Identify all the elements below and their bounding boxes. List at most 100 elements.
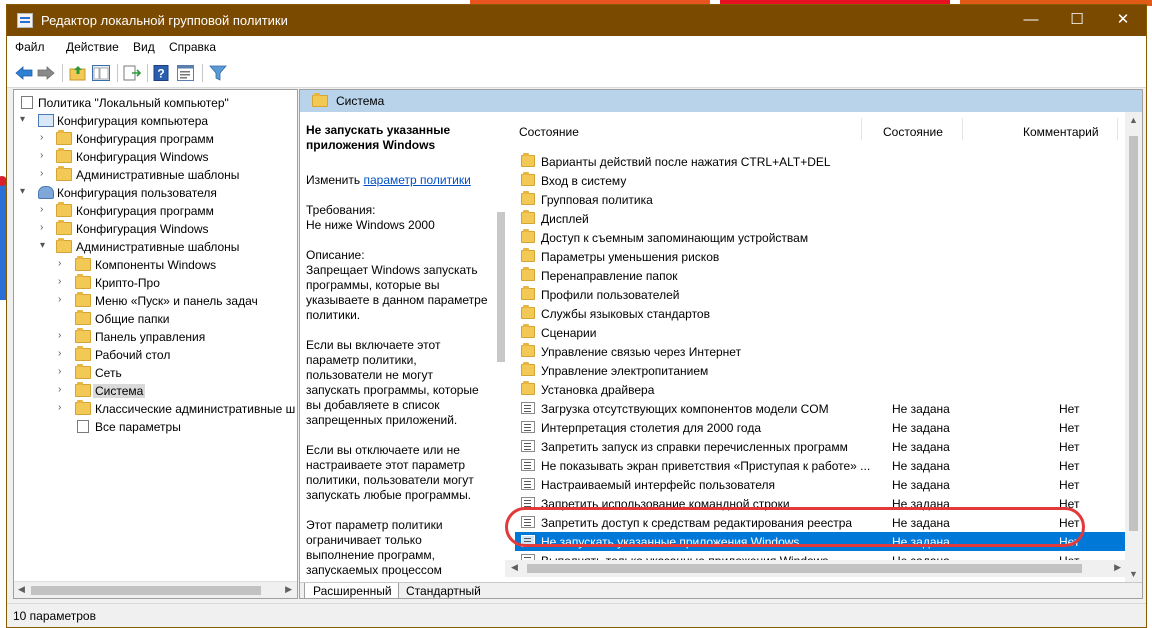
folder-list-item[interactable]: Доступ к съемным запоминающим устройства… xyxy=(515,228,1125,247)
description-text: Если вы отключаете или не xyxy=(306,443,460,457)
chevron-right-icon[interactable]: › xyxy=(58,402,68,414)
chevron-right-icon[interactable]: › xyxy=(58,276,68,288)
folder-name: Доступ к съемным запоминающим устройства… xyxy=(541,231,809,245)
scroll-up-arrow-icon[interactable]: ▲ xyxy=(1129,115,1138,125)
chevron-right-icon[interactable]: › xyxy=(58,258,68,270)
policy-list-item[interactable]: Запретить использование командной строки… xyxy=(515,494,1125,513)
column-divider[interactable] xyxy=(962,118,963,140)
scrollbar-thumb[interactable] xyxy=(31,586,261,595)
scroll-left-arrow-icon[interactable]: ◀ xyxy=(511,562,518,573)
scroll-down-arrow-icon[interactable]: ▼ xyxy=(1129,569,1138,579)
folder-list-item[interactable]: Вход в систему xyxy=(515,171,1125,190)
policy-setting-icon xyxy=(521,516,535,528)
folder-list-item[interactable]: Дисплей xyxy=(515,209,1125,228)
window-title: Редактор локальной групповой политики xyxy=(41,13,288,28)
tree-label: Сеть xyxy=(95,366,122,380)
scrollbar-thumb[interactable] xyxy=(527,564,1082,573)
column-divider[interactable] xyxy=(861,118,862,140)
description-text: Если вы включаете этот xyxy=(306,338,441,352)
scroll-right-arrow-icon[interactable]: ▶ xyxy=(285,584,292,595)
chevron-right-icon[interactable]: › xyxy=(40,132,50,144)
policy-list-item[interactable]: Загрузка отсутствующих компонентов модел… xyxy=(515,399,1125,418)
description-text: настраиваете этот параметр xyxy=(306,458,466,472)
folder-list-item[interactable]: Службы языковых стандартов xyxy=(515,304,1125,323)
tab-extended[interactable]: Расширенный xyxy=(304,583,399,598)
tree-label: Общие папки xyxy=(95,312,170,326)
folder-list-item[interactable]: Варианты действий после нажатия CTRL+ALT… xyxy=(515,152,1125,171)
description-scrollbar[interactable] xyxy=(497,112,505,582)
up-folder-icon[interactable] xyxy=(69,65,87,81)
scroll-left-arrow-icon[interactable]: ◀ xyxy=(18,584,25,595)
folder-icon xyxy=(56,166,72,181)
description-text: выполнение программ, xyxy=(306,548,435,562)
folder-name: Профили пользователей xyxy=(541,288,680,302)
description-text: программы, которые вы xyxy=(306,278,440,292)
policy-list-item[interactable]: Запретить запуск из справки перечисленны… xyxy=(515,437,1125,456)
policy-list-item[interactable]: Запретить доступ к средствам редактирова… xyxy=(515,513,1125,532)
gpedit-app-icon xyxy=(17,13,33,28)
chevron-down-icon[interactable]: ▾ xyxy=(20,186,30,198)
folder-list-item[interactable]: Перенаправление папок xyxy=(515,266,1125,285)
help-icon[interactable]: ? xyxy=(153,65,171,81)
scrollbar-thumb[interactable] xyxy=(1129,136,1138,531)
show-hide-tree-icon[interactable] xyxy=(92,65,110,81)
policy-list-item-selected[interactable]: Не запускать указанные приложения Window… xyxy=(515,532,1125,551)
policy-list-item[interactable]: Не показывать экран приветствия «Приступ… xyxy=(515,456,1125,475)
forward-arrow-icon[interactable] xyxy=(37,65,55,81)
folder-list-item[interactable]: Управление связью через Интернет xyxy=(515,342,1125,361)
title-bar[interactable]: Редактор локальной групповой политики — … xyxy=(7,5,1146,36)
chevron-right-icon[interactable]: › xyxy=(40,204,50,216)
folder-list-item[interactable]: Групповая политика xyxy=(515,190,1125,209)
toolbar-separator xyxy=(117,64,118,82)
menu-help[interactable]: Справка xyxy=(169,40,216,54)
policy-list-item[interactable]: Настраиваемый интерфейс пользователя Не з… xyxy=(515,475,1125,494)
back-arrow-icon[interactable] xyxy=(15,65,33,81)
tree-label: Конфигурация программ xyxy=(76,132,214,146)
column-divider[interactable] xyxy=(1117,118,1118,140)
folder-icon xyxy=(56,202,72,217)
menu-action[interactable]: Действие xyxy=(66,40,119,54)
properties-icon[interactable] xyxy=(177,65,195,81)
folder-name: Варианты действий после нажатия CTRL+ALT… xyxy=(541,155,831,169)
chevron-right-icon[interactable]: › xyxy=(58,384,68,396)
chevron-right-icon[interactable]: › xyxy=(58,366,68,378)
policy-setting-icon xyxy=(521,440,535,452)
close-button[interactable]: ✕ xyxy=(1100,5,1146,36)
tree-horizontal-scrollbar[interactable]: ◀ ▶ xyxy=(14,581,297,598)
chevron-down-icon[interactable]: ▾ xyxy=(40,240,50,252)
folder-list-item[interactable]: Установка драйвера xyxy=(515,380,1125,399)
chevron-down-icon[interactable]: ▾ xyxy=(20,114,30,126)
folder-list-item[interactable]: Сценарии xyxy=(515,323,1125,342)
tree-label: Крипто-Про xyxy=(95,276,160,290)
chevron-right-icon[interactable]: › xyxy=(58,294,68,306)
chevron-right-icon[interactable]: › xyxy=(40,168,50,180)
export-list-icon[interactable] xyxy=(123,65,141,81)
tab-standard[interactable]: Стандартный xyxy=(398,583,487,598)
folder-icon xyxy=(75,274,91,289)
chevron-right-icon[interactable]: › xyxy=(58,330,68,342)
list-vertical-scrollbar[interactable]: ▲ ▼ xyxy=(1125,112,1142,582)
filter-icon[interactable] xyxy=(209,65,227,81)
chevron-right-icon[interactable]: › xyxy=(58,348,68,360)
folder-list-item[interactable]: Профили пользователей xyxy=(515,285,1125,304)
policy-list-item[interactable]: Интерпретация столетия для 2000 года Не з… xyxy=(515,418,1125,437)
chevron-right-icon[interactable]: › xyxy=(40,222,50,234)
chevron-right-icon[interactable]: › xyxy=(40,150,50,162)
minimize-button[interactable]: — xyxy=(1008,5,1054,36)
tree-pane[interactable]: Политика "Локальный компьютер" ▾ Конфигу… xyxy=(13,89,298,599)
folder-icon xyxy=(521,191,535,205)
scroll-right-arrow-icon[interactable]: ▶ xyxy=(1114,562,1121,573)
menu-view[interactable]: Вид xyxy=(133,40,155,54)
menu-file[interactable]: Файл xyxy=(15,40,45,54)
folder-icon xyxy=(75,256,91,271)
list-horizontal-scrollbar[interactable]: ◀ ▶ xyxy=(505,560,1127,577)
scrollbar-thumb[interactable] xyxy=(497,212,505,362)
folder-list-item[interactable]: Параметры уменьшения рисков xyxy=(515,247,1125,266)
column-header-setting[interactable]: Состояние xyxy=(519,125,579,139)
column-header-state[interactable]: Состояние xyxy=(883,125,943,139)
edit-policy-link[interactable]: параметр политики xyxy=(363,173,470,187)
folder-list-item[interactable]: Управление электропитанием xyxy=(515,361,1125,380)
column-header-comment[interactable]: Комментарий xyxy=(1023,125,1099,139)
folder-icon xyxy=(521,267,535,281)
maximize-button[interactable]: ☐ xyxy=(1054,5,1100,36)
